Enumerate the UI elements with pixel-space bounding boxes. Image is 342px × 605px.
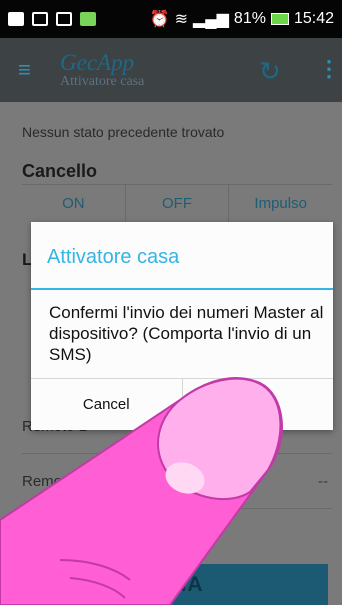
gate-off-button[interactable]: OFF bbox=[126, 185, 230, 222]
notification-app-icon bbox=[80, 12, 96, 26]
gate-pulse-button[interactable]: Impulso bbox=[229, 185, 332, 222]
wifi-icon: ≋ bbox=[174, 11, 188, 28]
signal-icon: ▂▄▆ bbox=[192, 11, 229, 28]
menu-icon[interactable]: ≡ bbox=[18, 57, 32, 83]
gate-on-button[interactable]: ON bbox=[22, 185, 126, 222]
cancel-button[interactable]: Cancel bbox=[31, 379, 183, 430]
gate-section-title: Cancello bbox=[22, 161, 98, 181]
dialog-divider bbox=[31, 288, 333, 290]
notification-window-icon bbox=[56, 12, 72, 26]
app-titles: GecApp Attivatore casa bbox=[60, 50, 144, 90]
remote-label: Rem bbox=[22, 525, 54, 542]
send-button[interactable]: INVIA bbox=[18, 564, 328, 605]
gate-button-group: ON OFF Impulso bbox=[22, 184, 332, 222]
status-bar: ⏰ ≋ ▂▄▆ 81% 15:42 bbox=[0, 0, 342, 38]
app-bar: ≡ GecApp Attivatore casa ↻ ⋮ bbox=[0, 38, 342, 102]
dialog-message: Confermi l'invio dei numeri Master al di… bbox=[49, 303, 324, 364]
list-item[interactable]: Remoto 2 -- bbox=[22, 454, 332, 509]
app-title: GecApp bbox=[60, 50, 135, 75]
confirm-dialog: Attivatore casa Confermi l'invio dei num… bbox=[31, 222, 333, 430]
refresh-icon[interactable]: ↻ bbox=[259, 56, 281, 87]
dialog-title: Attivatore casa bbox=[47, 246, 180, 268]
battery-icon bbox=[270, 13, 289, 25]
app-subtitle: Attivatore casa bbox=[60, 74, 145, 89]
list-item[interactable]: Rem bbox=[22, 509, 332, 549]
remote-label: Remoto 2 bbox=[22, 473, 88, 490]
more-vert-icon[interactable]: ⋮ bbox=[318, 56, 340, 82]
status-message: Nessun stato precedente trovato bbox=[22, 124, 225, 140]
clock: 15:42 bbox=[293, 10, 334, 27]
ok-button[interactable]: Ok bbox=[183, 379, 334, 430]
remote-value: -- bbox=[318, 473, 328, 490]
notification-plus-icon bbox=[8, 12, 24, 26]
battery-percent: 81% bbox=[233, 10, 266, 27]
alarm-icon: ⏰ bbox=[149, 11, 170, 28]
dialog-button-bar: Cancel Ok bbox=[31, 378, 333, 430]
notification-image-icon bbox=[32, 12, 48, 26]
